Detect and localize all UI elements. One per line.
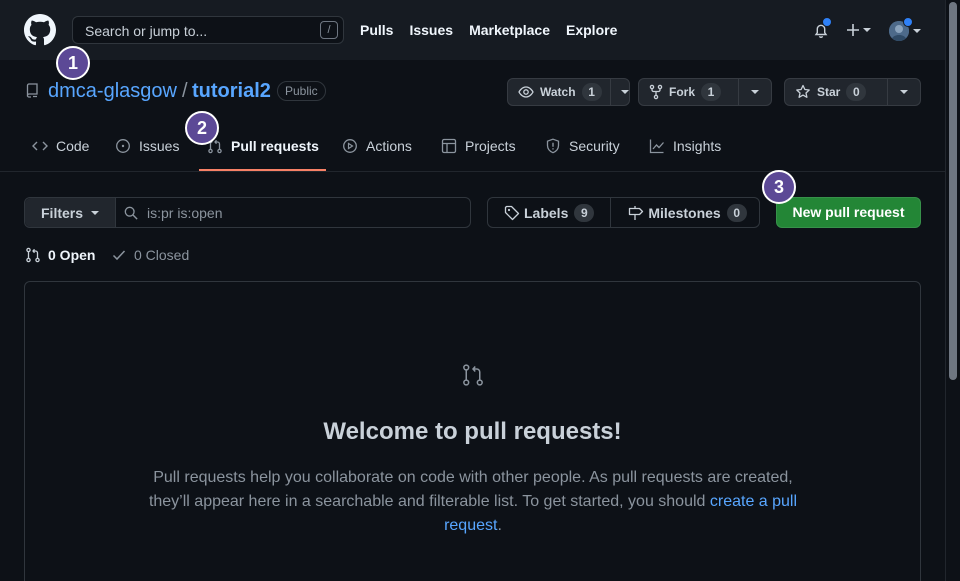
avatar-notification-dot-icon: [903, 17, 913, 27]
milestones-count: 0: [726, 203, 747, 222]
chevron-down-icon: [620, 90, 629, 94]
star-button-group: Star 0: [784, 78, 921, 106]
labels-button[interactable]: Labels 9: [488, 198, 610, 227]
chevron-down-icon: [91, 211, 99, 215]
github-logo-icon[interactable]: [24, 14, 56, 46]
tab-projects-label: Projects: [465, 138, 516, 154]
tab-issues-label: Issues: [139, 138, 180, 154]
scrollbar-thumb[interactable]: [949, 2, 957, 380]
repo-name-link[interactable]: tutorial2: [192, 80, 271, 103]
fork-dropdown-button[interactable]: [739, 79, 771, 105]
fork-icon: [649, 84, 663, 100]
code-icon: [32, 141, 48, 151]
tab-issues[interactable]: Issues: [115, 138, 179, 154]
filters-label: Filters: [41, 205, 84, 221]
repo-icon: [25, 83, 39, 99]
empty-state-text: Pull requests help you collaborate on co…: [148, 469, 793, 510]
empty-state-box: Welcome to pull requests! Pull requests …: [24, 281, 921, 581]
repo-path-separator: /: [182, 80, 188, 102]
tab-insights[interactable]: Insights: [649, 138, 721, 154]
empty-state-period: .: [497, 517, 502, 534]
active-tab-underline: [199, 169, 326, 171]
shield-icon: [546, 138, 560, 154]
tab-code[interactable]: Code: [32, 138, 89, 154]
tab-security[interactable]: Security: [545, 138, 620, 154]
tab-code-label: Code: [56, 138, 90, 154]
watch-dropdown-button[interactable]: [611, 79, 629, 105]
table-icon: [441, 138, 457, 154]
star-count: 0: [846, 83, 867, 101]
repo-nav: Code Issues Pull requests Actions Projec…: [0, 124, 945, 172]
tab-pull-requests[interactable]: Pull requests: [207, 138, 319, 154]
eye-icon: [518, 86, 534, 98]
tab-projects[interactable]: Projects: [441, 138, 516, 154]
global-header: Search or jump to... / Pulls Issues Mark…: [0, 0, 945, 60]
slash-shortcut-key: /: [320, 21, 338, 39]
pull-request-icon: [26, 247, 40, 263]
top-nav-pulls[interactable]: Pulls: [360, 22, 393, 38]
watch-button-group: Watch 1: [507, 78, 630, 106]
tab-actions[interactable]: Actions: [342, 138, 412, 154]
fork-count: 1: [701, 83, 722, 101]
scrollbar[interactable]: [945, 0, 960, 581]
closed-count: 0 Closed: [134, 247, 190, 263]
labels-label: Labels: [524, 204, 569, 221]
watch-button[interactable]: Watch 1: [508, 79, 611, 105]
search-placeholder: Search or jump to...: [85, 23, 208, 39]
tag-icon: [504, 205, 520, 220]
issue-icon: [116, 139, 130, 153]
check-icon: [112, 250, 126, 261]
milestones-button[interactable]: Milestones 0: [610, 198, 762, 227]
empty-state-title: Welcome to pull requests!: [323, 418, 622, 445]
labels-milestones-group: Labels 9 Milestones 0: [487, 197, 760, 228]
new-pull-request-button[interactable]: New pull request: [776, 197, 921, 228]
avatar-caret-icon[interactable]: [913, 29, 921, 33]
star-dropdown-button[interactable]: [888, 79, 920, 105]
search-input[interactable]: Search or jump to... /: [72, 16, 344, 44]
closed-filter-link[interactable]: 0 Closed: [111, 247, 189, 263]
empty-state-description: Pull requests help you collaborate on co…: [133, 466, 813, 538]
chevron-down-icon: [900, 90, 909, 94]
open-count: 0 Open: [48, 247, 96, 263]
fork-label: Fork: [669, 85, 696, 99]
star-button[interactable]: Star 0: [785, 79, 889, 105]
open-filter-link[interactable]: 0 Open: [25, 247, 95, 263]
chevron-down-icon: [751, 90, 760, 94]
pull-request-icon: [461, 363, 485, 387]
tab-insights-label: Insights: [673, 138, 722, 154]
milestone-icon: [629, 205, 644, 220]
play-icon: [343, 139, 357, 153]
visibility-badge: Public: [277, 81, 326, 101]
notification-dot-icon: [822, 17, 832, 27]
pr-search-input[interactable]: is:pr is:open: [147, 205, 222, 221]
top-nav-marketplace[interactable]: Marketplace: [469, 22, 550, 38]
top-nav: Pulls Issues Marketplace Explore: [360, 22, 633, 38]
search-icon: [124, 206, 138, 220]
annotation-badge-3: 3: [762, 170, 796, 204]
tab-pull-requests-label: Pull requests: [231, 138, 319, 154]
star-label: Star: [817, 85, 841, 99]
filter-bar: Filters is:pr is:open: [24, 197, 471, 228]
star-icon: [796, 84, 810, 98]
top-nav-explore[interactable]: Explore: [566, 22, 617, 38]
plus-icon[interactable]: [846, 22, 872, 38]
labels-count: 9: [574, 203, 595, 222]
top-nav-issues[interactable]: Issues: [409, 22, 453, 38]
tab-security-label: Security: [569, 138, 620, 154]
fork-button[interactable]: Fork 1: [639, 79, 740, 105]
watch-label: Watch: [540, 85, 576, 99]
graph-icon: [649, 139, 664, 154]
tab-actions-label: Actions: [366, 138, 412, 154]
annotation-badge-1: 1: [56, 46, 90, 80]
milestones-label: Milestones: [648, 204, 721, 221]
filters-button[interactable]: Filters: [25, 198, 116, 227]
fork-button-group: Fork 1: [638, 78, 772, 106]
annotation-badge-2: 2: [185, 111, 219, 145]
watch-count: 1: [581, 83, 602, 101]
repo-owner-link[interactable]: dmca-glasgow: [48, 80, 177, 103]
